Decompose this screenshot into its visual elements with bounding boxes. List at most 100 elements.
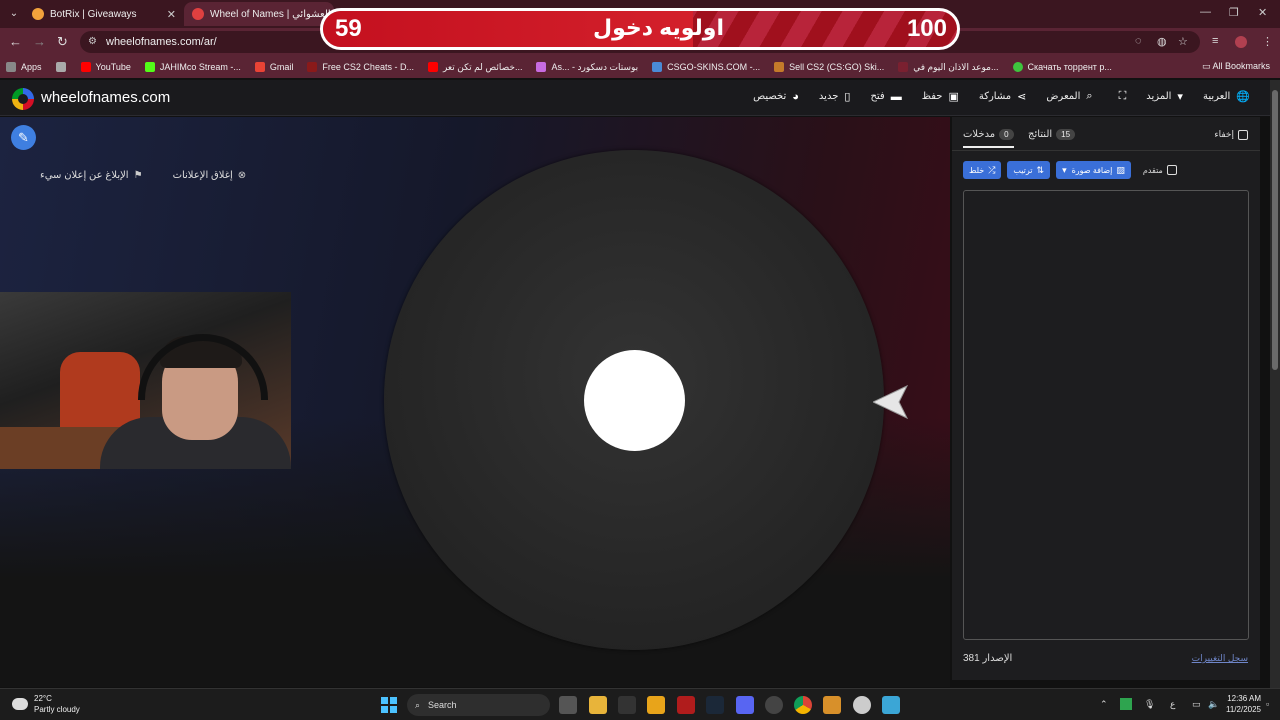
advanced-toggle[interactable]: متقدم: [1143, 165, 1177, 175]
language-indicator[interactable]: ع: [1170, 699, 1175, 710]
forward-icon[interactable]: →: [33, 34, 46, 49]
tab-entries[interactable]: مدخلات 0: [963, 129, 1014, 148]
bookmark-sell-cs2[interactable]: Sell CS2 (CS:GO) Ski...: [774, 62, 884, 72]
tab-results[interactable]: النتائج 15: [1028, 129, 1076, 140]
menu-new[interactable]: جديد ▯: [819, 90, 851, 103]
bookmark-jahimco[interactable]: JAHIMco Stream -...: [144, 62, 241, 72]
tray-app-icon[interactable]: [1120, 698, 1132, 710]
site-logo[interactable]: wheelofnames.com: [41, 89, 170, 106]
report-ad-link[interactable]: ⚑ الإبلاغ عن إعلان سيء: [40, 170, 143, 181]
bookmark-grid[interactable]: [55, 62, 71, 72]
weather-widget[interactable]: 22°C Partly cloudy: [12, 693, 80, 715]
bookmark-label: خصائص لم تكن تعر...: [442, 61, 523, 72]
site-info-icon[interactable]: ⚙: [88, 36, 100, 48]
shuffle-button[interactable]: خلط ⤮: [963, 161, 1002, 179]
profile-avatar[interactable]: [1235, 36, 1247, 48]
add-image-button[interactable]: ▾ إضافة صورة ▨: [1056, 161, 1131, 179]
bookmark-csgo-skins[interactable]: CSGO-SKINS.COM -...: [652, 62, 760, 72]
reading-list-icon[interactable]: ≡: [1212, 35, 1218, 47]
site-favicon-icon: [1012, 62, 1023, 72]
globe-icon: 🌐: [1236, 91, 1250, 103]
bookmark-youtube[interactable]: YouTube: [80, 62, 131, 72]
steam-icon[interactable]: [706, 696, 724, 714]
wheel-logo-icon[interactable]: [12, 88, 34, 110]
browser-menu-icon[interactable]: ⋮: [1262, 35, 1273, 48]
taskbar-search[interactable]: ⌕ Search: [407, 694, 550, 716]
search-icon: ⌕: [415, 699, 421, 710]
bookmark-torrent[interactable]: Скачать торрент р...: [1012, 62, 1112, 72]
close-tab-icon[interactable]: ✕: [167, 8, 176, 21]
headphones-icon: [138, 334, 268, 400]
obs-icon[interactable]: [853, 696, 871, 714]
menu-gallery[interactable]: المعرض ⌕: [1046, 90, 1092, 103]
all-bookmarks-button[interactable]: ▭ All Bookmarks: [1202, 61, 1270, 72]
app-icon[interactable]: [823, 696, 841, 714]
network-icon[interactable]: ▭: [1192, 699, 1201, 710]
page-scrollbar[interactable]: [1270, 80, 1280, 688]
start-icon[interactable]: [381, 697, 397, 713]
menu-language[interactable]: العربية 🌐: [1203, 90, 1250, 103]
bookmark-discord-posts[interactable]: As... - بوستات دسكورد: [536, 62, 638, 73]
chrome-icon[interactable]: [794, 696, 812, 714]
maximize-icon[interactable]: ❐: [1229, 6, 1239, 19]
folder-icon: ▬: [890, 90, 902, 103]
menu-share[interactable]: مشاركة ⋖: [979, 90, 1027, 103]
volume-icon[interactable]: 🔈: [1208, 699, 1219, 710]
bookmark-label: YouTube: [95, 62, 131, 72]
notepad-icon[interactable]: [882, 696, 900, 714]
app-icon[interactable]: [677, 696, 695, 714]
menu-customize[interactable]: تخصيص ◕: [753, 91, 799, 103]
webcam-overlay: [0, 292, 291, 469]
menu-open[interactable]: فتح ▬: [870, 91, 901, 103]
back-icon[interactable]: ←: [9, 34, 22, 49]
bookmark-gmail[interactable]: Gmail: [254, 62, 293, 72]
changelog-link[interactable]: سجل التغييرات: [1192, 653, 1248, 664]
browser-tab-wheel-of-names[interactable]: Wheel of Names | اسم العشوائي: [184, 2, 334, 26]
minimize-icon[interactable]: —: [1200, 6, 1211, 18]
banner-right-number: 100: [906, 15, 947, 42]
privacy-icon[interactable]: ◍: [1157, 35, 1167, 48]
g-app-icon[interactable]: [618, 696, 636, 714]
notifications-icon[interactable]: ▫: [1266, 699, 1269, 709]
entries-textarea[interactable]: [963, 190, 1249, 640]
bookmarks-bar: Apps YouTube JAHIMco Stream -... Gmail F…: [0, 56, 1280, 78]
sort-button[interactable]: ترتيب ⇅: [1007, 161, 1051, 179]
hide-toggle[interactable]: إخفاء: [1214, 129, 1248, 140]
hide-checkbox[interactable]: [1238, 129, 1248, 140]
close-window-icon[interactable]: ✕: [1258, 6, 1267, 19]
image-icon: ▨: [1116, 164, 1125, 175]
close-ads-link[interactable]: ⊗ إغلاق الإعلانات: [173, 170, 247, 181]
bookmark-apps[interactable]: Apps: [6, 62, 42, 72]
menu-label: المزيد: [1146, 91, 1172, 102]
grid-icon: [55, 62, 66, 72]
advanced-checkbox[interactable]: [1166, 165, 1177, 175]
bookmark-prayer-times[interactable]: موعد الاذان اليوم في...: [898, 62, 999, 73]
wheel-center-button[interactable]: [584, 350, 685, 451]
microphone-icon[interactable]: 🎙: [1144, 699, 1155, 710]
bookmark-label: As... - بوستات دسكورد: [551, 61, 639, 72]
bookmark-star-icon[interactable]: ☆: [1178, 35, 1188, 48]
tab-title: Wheel of Names | اسم العشوائي: [210, 8, 334, 20]
app-icon[interactable]: [647, 696, 665, 714]
gmail-icon: [254, 62, 265, 72]
search-placeholder: Search: [428, 700, 457, 710]
menu-fullscreen[interactable]: ⛶: [1113, 90, 1127, 103]
taskbar-clock[interactable]: 12:36 AM 11/2/2025: [1226, 693, 1261, 715]
browser-tab-botrix[interactable]: BotRix | Giveaways ✕: [24, 2, 184, 26]
menu-save[interactable]: حفظ ▣: [922, 90, 959, 103]
edit-pencil-icon[interactable]: ✎: [11, 125, 36, 150]
scrollbar-thumb[interactable]: [1272, 90, 1278, 370]
tray-overflow-icon[interactable]: ⌃: [1100, 699, 1108, 710]
menu-more[interactable]: المزيد ▾: [1146, 90, 1183, 103]
bookmark-cs2-cheats[interactable]: Free CS2 Cheats - D...: [307, 62, 414, 72]
app-icon[interactable]: [765, 696, 783, 714]
eye-off-icon[interactable]: ◌: [1135, 35, 1142, 47]
reload-icon[interactable]: ↻: [57, 34, 68, 50]
palette-icon: ◕: [792, 90, 799, 103]
file-explorer-icon[interactable]: [589, 696, 607, 714]
menu-label: حفظ: [921, 91, 943, 102]
tab-search-icon[interactable]: ⌄: [6, 6, 22, 22]
discord-icon[interactable]: [736, 696, 754, 714]
task-view-icon[interactable]: [559, 696, 577, 714]
bookmark-youtube-video[interactable]: خصائص لم تكن تعر...: [427, 61, 523, 73]
